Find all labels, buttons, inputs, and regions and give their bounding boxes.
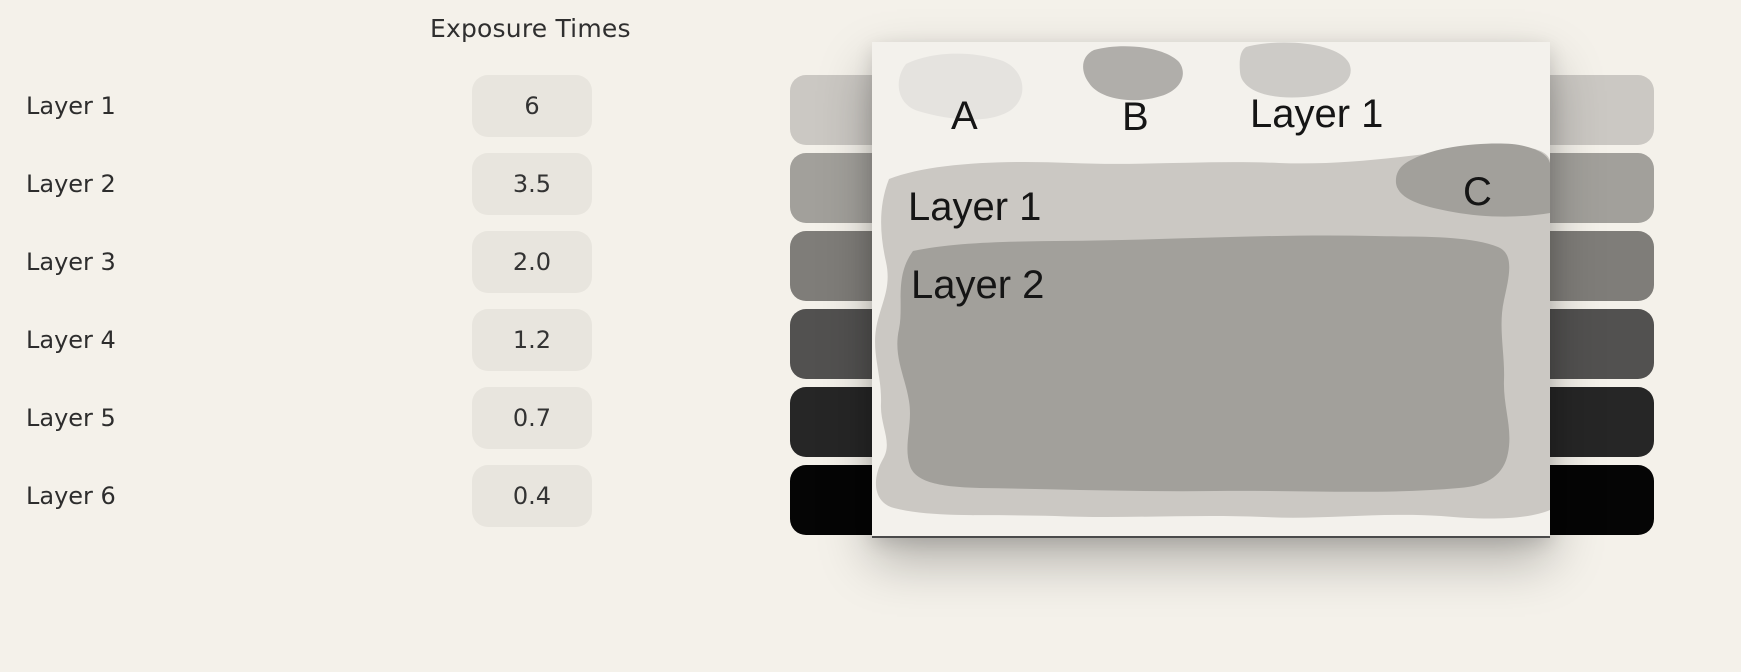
exposure-value-box-2[interactable]: 3.5	[472, 153, 592, 215]
sketch-label-a: A	[951, 94, 978, 138]
layer-label-1: Layer 1	[26, 92, 116, 120]
sketch-label-top-layer-1: Layer 1	[1250, 92, 1384, 136]
exposure-times-heading: Exposure Times	[430, 14, 631, 43]
sketch-label-b: B	[1122, 95, 1149, 139]
layer-label-5: Layer 5	[26, 404, 116, 432]
blob-top-layer-1	[1239, 42, 1351, 98]
layer-label-2: Layer 2	[26, 170, 116, 198]
sketch-label-c: C	[1463, 170, 1492, 214]
exposure-value-box-4[interactable]: 1.2	[472, 309, 592, 371]
sketch-panel: A B Layer 1 C Layer 1 Layer 2	[872, 42, 1550, 538]
layer-label-4: Layer 4	[26, 326, 116, 354]
layer-label-6: Layer 6	[26, 482, 116, 510]
sketch-label-layer-1: Layer 1	[908, 185, 1042, 229]
blob-b	[1083, 46, 1183, 101]
exposure-value-box-6[interactable]: 0.4	[472, 465, 592, 527]
layer-label-3: Layer 3	[26, 248, 116, 276]
exposure-value-box-1[interactable]: 6	[472, 75, 592, 137]
exposure-value-box-3[interactable]: 2.0	[472, 231, 592, 293]
exposure-value-box-5[interactable]: 0.7	[472, 387, 592, 449]
sketch-label-layer-2: Layer 2	[911, 263, 1045, 307]
